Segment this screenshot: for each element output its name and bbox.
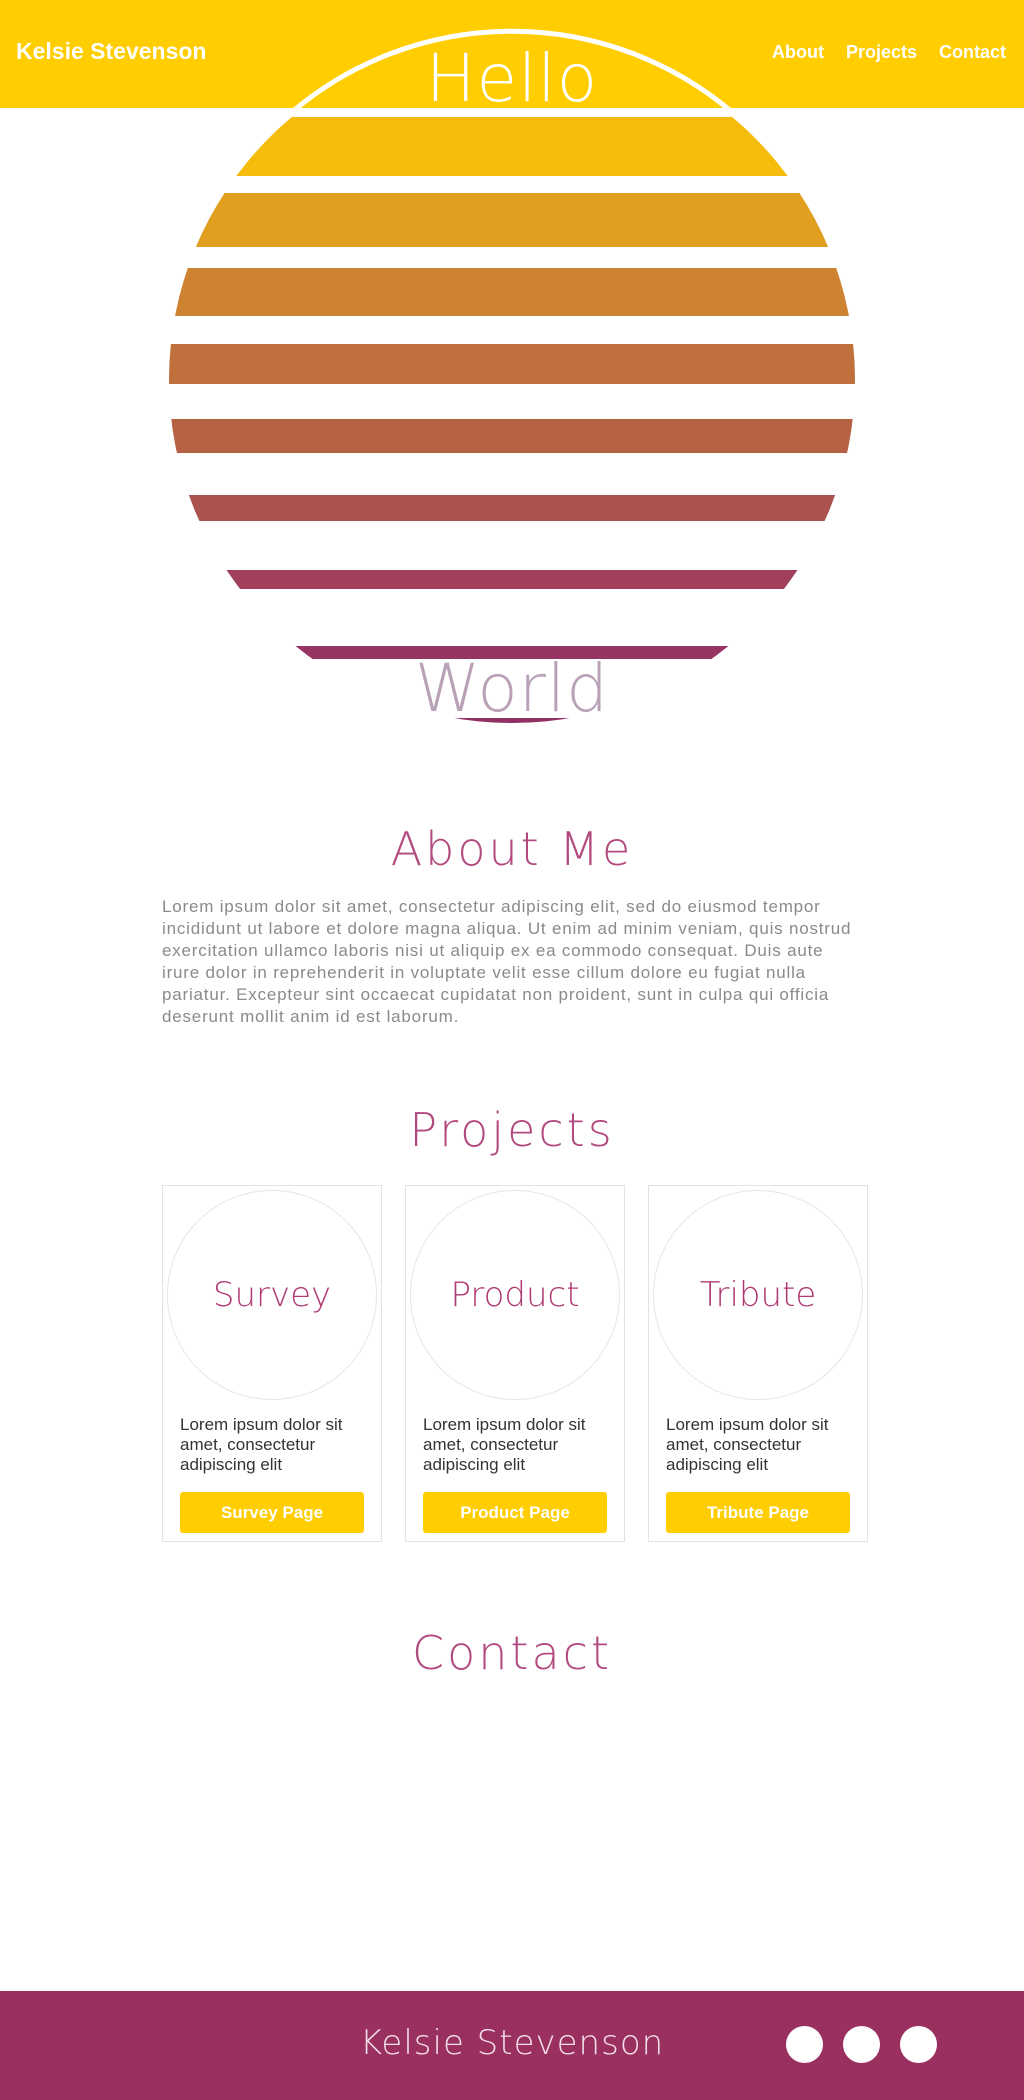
- project-card-description: Lorem ipsum dolor sit amet, consectetur …: [180, 1415, 343, 1474]
- hero-section: Hello World: [0, 0, 1024, 740]
- sun-stripe: [169, 117, 855, 176]
- sun-stripe: [169, 268, 855, 316]
- project-thumbnail[interactable]: Survey: [167, 1190, 377, 1400]
- sun-stripe: [169, 344, 855, 384]
- site-footer: Kelsie Stevenson: [0, 1991, 1024, 2100]
- contact-title: Contact: [412, 1626, 612, 1680]
- project-card-title: Product: [450, 1275, 580, 1315]
- about-title: About Me: [390, 822, 634, 876]
- project-card-title: Survey: [212, 1275, 332, 1315]
- brand-name[interactable]: Kelsie Stevenson: [16, 38, 206, 65]
- main-nav: About Projects Contact: [772, 42, 1006, 63]
- hero-world-text: World: [414, 650, 610, 727]
- social-icon[interactable]: [900, 2026, 937, 2063]
- nav-link-about[interactable]: About: [772, 42, 824, 63]
- sun-stripe: [169, 193, 855, 247]
- sun-stripe: [169, 570, 855, 589]
- product-page-button[interactable]: Product Page: [423, 1492, 607, 1533]
- project-card-description: Lorem ipsum dolor sit amet, consectetur …: [666, 1415, 829, 1474]
- project-thumbnail[interactable]: Tribute: [653, 1190, 863, 1400]
- social-icon[interactable]: [843, 2026, 880, 2063]
- sun-stripe: [169, 419, 855, 453]
- project-thumbnail[interactable]: Product: [410, 1190, 620, 1400]
- sun-stripe: [169, 495, 855, 521]
- project-card-product: Product Lorem ipsum dolor sit amet, cons…: [405, 1185, 625, 1542]
- social-links: [786, 2026, 937, 2063]
- tribute-page-button[interactable]: Tribute Page: [666, 1492, 850, 1533]
- project-cards: Survey Lorem ipsum dolor sit amet, conse…: [162, 1185, 868, 1542]
- nav-link-projects[interactable]: Projects: [846, 42, 917, 63]
- nav-link-contact[interactable]: Contact: [939, 42, 1006, 63]
- project-card-survey: Survey Lorem ipsum dolor sit amet, conse…: [162, 1185, 382, 1542]
- projects-title: Projects: [409, 1103, 615, 1157]
- project-card-title: Tribute: [699, 1275, 817, 1315]
- project-card-tribute: Tribute Lorem ipsum dolor sit amet, cons…: [648, 1185, 868, 1542]
- survey-page-button[interactable]: Survey Page: [180, 1492, 364, 1533]
- project-card-description: Lorem ipsum dolor sit amet, consectetur …: [423, 1415, 586, 1474]
- about-text: Lorem ipsum dolor sit amet, consectetur …: [162, 897, 852, 1026]
- social-icon[interactable]: [786, 2026, 823, 2063]
